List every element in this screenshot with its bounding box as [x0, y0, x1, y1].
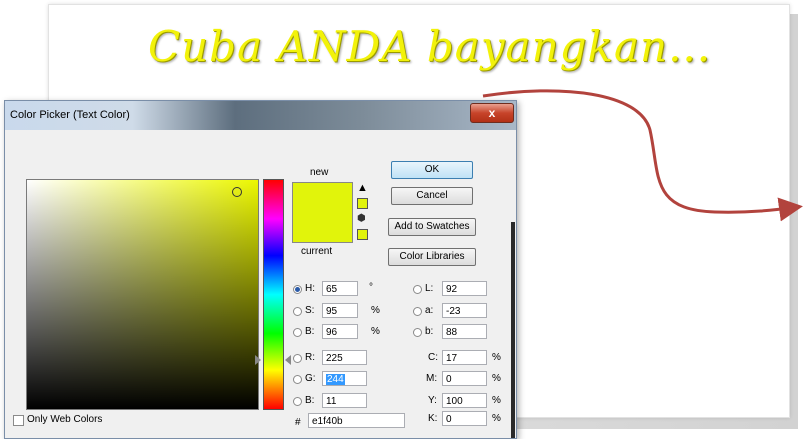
close-icon: x	[488, 106, 496, 120]
saturation-input[interactable]: 95	[322, 303, 358, 318]
radio-a[interactable]	[413, 307, 422, 316]
red-input[interactable]: 225	[322, 350, 367, 365]
magenta-input[interactable]: 0	[442, 371, 487, 386]
magenta-label: M:	[426, 373, 438, 384]
hex-label: #	[295, 417, 301, 428]
cyan-label: C:	[428, 352, 438, 363]
radio-b-lab[interactable]	[413, 328, 422, 337]
hex-input[interactable]: e1f40b	[308, 413, 405, 428]
only-web-colors-label: Only Web Colors	[27, 414, 103, 425]
ok-button[interactable]: OK	[391, 161, 473, 179]
saturation-unit: %	[371, 305, 380, 316]
close-button[interactable]: x	[470, 103, 514, 123]
dialog-titlebar[interactable]: Color Picker (Text Color) x	[5, 101, 516, 130]
lightness-input[interactable]: 92	[442, 281, 487, 296]
dialog-title: Color Picker (Text Color)	[10, 109, 130, 121]
yellow-label: Y:	[428, 395, 437, 406]
lightness-label: L:	[425, 283, 434, 294]
radio-saturation[interactable]	[293, 307, 302, 316]
radio-green[interactable]	[293, 375, 302, 384]
b-lab-label: b:	[425, 326, 434, 337]
radio-hue[interactable]	[293, 285, 302, 294]
brightness-unit: %	[371, 326, 380, 337]
cancel-button[interactable]: Cancel	[391, 187, 473, 205]
magenta-unit: %	[492, 373, 501, 384]
color-field-marker[interactable]	[232, 187, 242, 197]
brightness-input[interactable]: 96	[322, 324, 358, 339]
b-lab-input[interactable]: 88	[442, 324, 487, 339]
only-web-colors-checkbox[interactable]	[13, 415, 24, 426]
background-window-edge	[511, 222, 515, 438]
web-safe-cube-icon[interactable]: ⬢	[357, 213, 366, 224]
current-label: current	[301, 246, 333, 257]
radio-blue[interactable]	[293, 397, 302, 406]
green-input-selection: 244	[326, 374, 345, 385]
color-field[interactable]	[26, 179, 259, 410]
blue-label: B:	[305, 395, 315, 406]
color-libraries-button[interactable]: Color Libraries	[388, 248, 476, 266]
brightness-label: B:	[305, 326, 315, 337]
new-label: new	[310, 167, 329, 178]
hue-slider[interactable]	[263, 179, 284, 410]
black-unit: %	[492, 413, 501, 424]
gamut-swatch[interactable]	[357, 198, 368, 209]
blue-input[interactable]: 11	[322, 393, 367, 408]
a-label: a:	[425, 305, 434, 316]
black-label: K:	[428, 413, 438, 424]
a-input[interactable]: -23	[442, 303, 487, 318]
radio-lightness[interactable]	[413, 285, 422, 294]
hue-label: H:	[305, 283, 315, 294]
yellow-unit: %	[492, 395, 501, 406]
current-color-swatch[interactable]	[292, 215, 353, 243]
out-of-gamut-warning-icon[interactable]: ▲	[357, 182, 368, 194]
yellow-input[interactable]: 100	[442, 393, 487, 408]
hue-unit: °	[369, 282, 373, 293]
cyan-input[interactable]: 17	[442, 350, 487, 365]
new-color-swatch	[292, 182, 353, 216]
green-input[interactable]: 244	[322, 371, 367, 386]
hue-slider-left-handle[interactable]	[255, 355, 261, 365]
red-label: R:	[305, 352, 315, 363]
color-picker-dialog: Color Picker (Text Color) x new current …	[4, 100, 517, 439]
hue-slider-right-handle[interactable]	[285, 355, 291, 365]
web-safe-swatch[interactable]	[357, 229, 368, 240]
radio-red[interactable]	[293, 354, 302, 363]
hue-input[interactable]: 65	[322, 281, 358, 296]
add-to-swatches-button[interactable]: Add to Swatches	[388, 218, 476, 236]
green-label: G:	[305, 373, 316, 384]
saturation-label: S:	[305, 305, 315, 316]
radio-brightness[interactable]	[293, 328, 302, 337]
cyan-unit: %	[492, 352, 501, 363]
black-input[interactable]: 0	[442, 411, 487, 426]
